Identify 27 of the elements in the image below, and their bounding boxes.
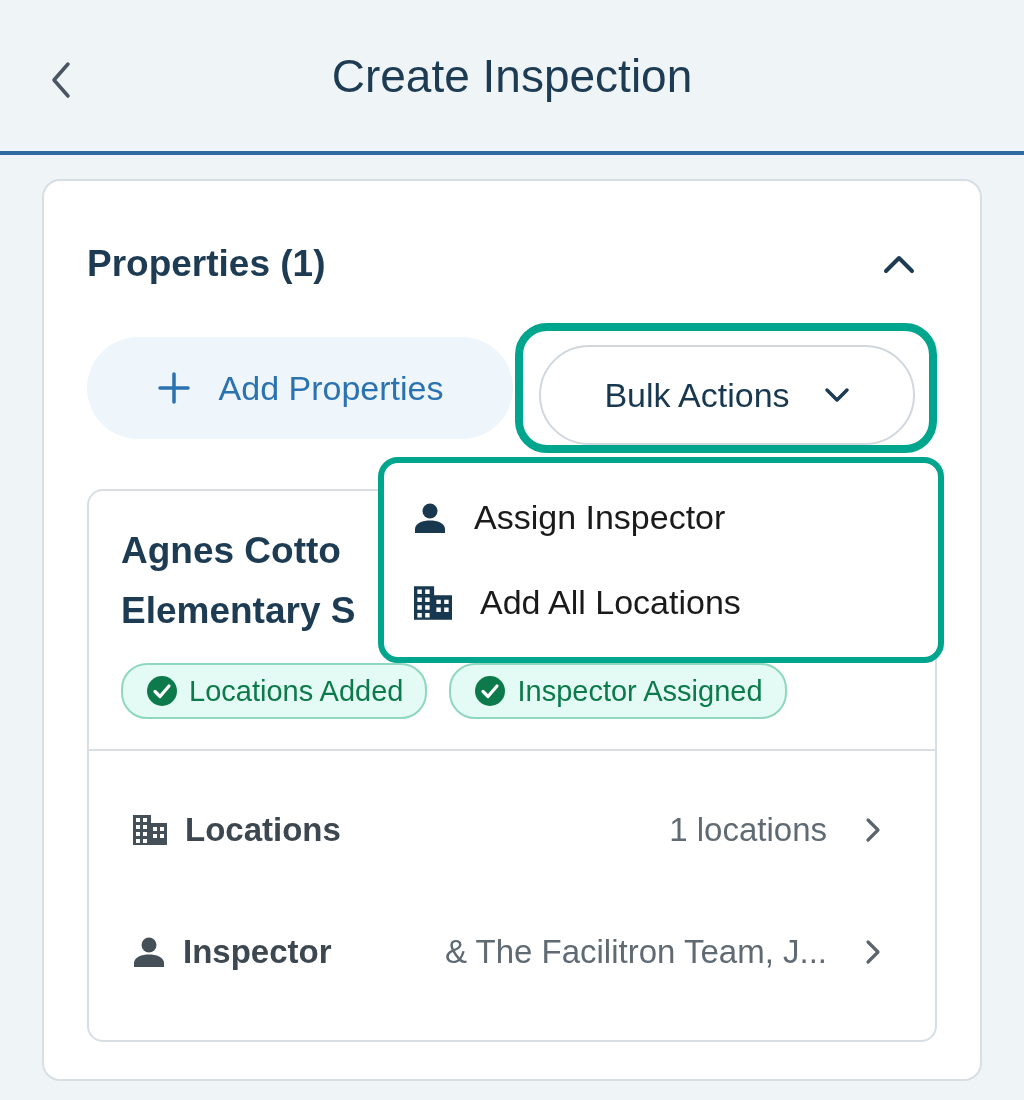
status-tag: Inspector Assigned xyxy=(449,663,787,719)
page-title: Create Inspection xyxy=(331,48,693,103)
plus-icon xyxy=(156,371,191,405)
building-icon xyxy=(133,815,167,845)
detail-row[interactable]: Locations 1 locations xyxy=(133,769,881,891)
add-properties-button[interactable]: Add Properties xyxy=(87,337,513,439)
menu-item[interactable]: Assign Inspector xyxy=(414,498,908,537)
row-value: 1 locations xyxy=(668,811,827,849)
property-name: Elementary S xyxy=(121,589,356,633)
check-icon xyxy=(475,676,506,706)
bulk-actions-button[interactable]: Bulk Actions xyxy=(539,345,915,445)
section-title: Properties (1) xyxy=(87,243,326,285)
property-name: Agnes Cotto xyxy=(121,529,341,573)
row-value: & The Facilitron Team, J... xyxy=(443,933,827,971)
detail-row[interactable]: Inspector & The Facilitron Team, J... xyxy=(133,891,881,1013)
row-label: Locations xyxy=(185,811,341,849)
status-tag: Locations Added xyxy=(121,663,428,719)
chevron-right-icon xyxy=(865,817,881,843)
person-icon xyxy=(414,502,446,533)
chevron-right-icon xyxy=(865,939,881,965)
person-icon xyxy=(133,937,165,967)
caret-icon xyxy=(823,387,850,403)
menu-item[interactable]: Add All Locations xyxy=(414,583,908,622)
building-icon xyxy=(414,585,452,620)
row-label: Inspector xyxy=(183,933,332,971)
chevron-icon[interactable] xyxy=(883,254,915,274)
check-icon xyxy=(147,676,177,706)
